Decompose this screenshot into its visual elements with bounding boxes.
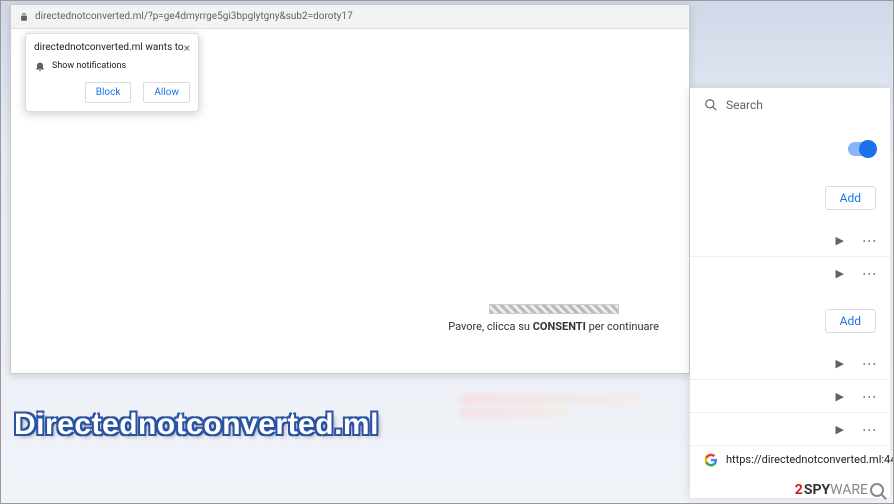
list-item[interactable]: ▶ ⋮: [704, 224, 876, 256]
chevron-right-icon: ▶: [836, 390, 844, 403]
notification-permission-popup: directednotconverted.ml wants to × Show …: [25, 33, 199, 112]
url-text: directednotconverted.ml/?p=ge4dmyrrge5gi…: [35, 11, 681, 22]
close-icon[interactable]: ×: [184, 42, 190, 54]
chevron-right-icon: ▶: [836, 423, 844, 436]
list-item[interactable]: ▶ ⋮: [704, 380, 876, 412]
browser-window: directednotconverted.ml/?p=ge4dmyrrge5gi…: [10, 4, 690, 374]
allow-button[interactable]: Allow: [143, 82, 190, 103]
loading-area: Pavore, clicca su CONSENTI per continuar…: [448, 304, 659, 333]
page-title-banner: Directednotconverted.ml: [14, 408, 379, 442]
magnifier-icon: [870, 483, 884, 497]
bell-icon: [34, 60, 46, 72]
kebab-icon[interactable]: ⋮: [862, 423, 876, 436]
notifications-toggle[interactable]: [848, 142, 876, 156]
consent-text: Pavore, clicca su CONSENTI per continuar…: [448, 320, 659, 333]
search-icon: [704, 98, 718, 112]
chevron-right-icon: ▶: [836, 357, 844, 370]
site-url: https://directednotconverted.ml:443: [726, 453, 894, 466]
address-bar[interactable]: directednotconverted.ml/?p=ge4dmyrrge5gi…: [11, 5, 689, 29]
add-button[interactable]: Add: [825, 186, 876, 210]
chevron-right-icon: ▶: [836, 234, 844, 247]
popup-title: directednotconverted.ml wants to: [34, 42, 184, 53]
site-entry[interactable]: https://directednotconverted.ml:443 ⋮: [704, 446, 876, 472]
chevron-right-icon: ▶: [836, 267, 844, 280]
settings-panel: Search Add ▶ ⋮ ▶ ⋮ Add ▶ ⋮ ▶ ⋮ ▶ ⋮: [690, 88, 890, 498]
kebab-icon[interactable]: ⋮: [862, 390, 876, 403]
brand-logo: 2SPYWARE: [795, 482, 884, 498]
lock-icon: [19, 12, 29, 22]
blurred-background: [460, 390, 640, 450]
kebab-icon[interactable]: ⋮: [862, 267, 876, 280]
permission-text: Show notifications: [52, 61, 126, 71]
kebab-icon[interactable]: ⋮: [862, 357, 876, 370]
list-item[interactable]: ▶ ⋮: [704, 347, 876, 379]
search-row[interactable]: Search: [704, 98, 876, 112]
google-icon: [704, 452, 718, 466]
block-button[interactable]: Block: [85, 82, 132, 103]
loading-bar: [489, 304, 619, 314]
add-button[interactable]: Add: [825, 309, 876, 333]
kebab-icon[interactable]: ⋮: [862, 234, 876, 247]
search-label: Search: [726, 98, 763, 112]
list-item[interactable]: ▶ ⋮: [704, 257, 876, 289]
list-item[interactable]: ▶ ⋮: [704, 413, 876, 445]
